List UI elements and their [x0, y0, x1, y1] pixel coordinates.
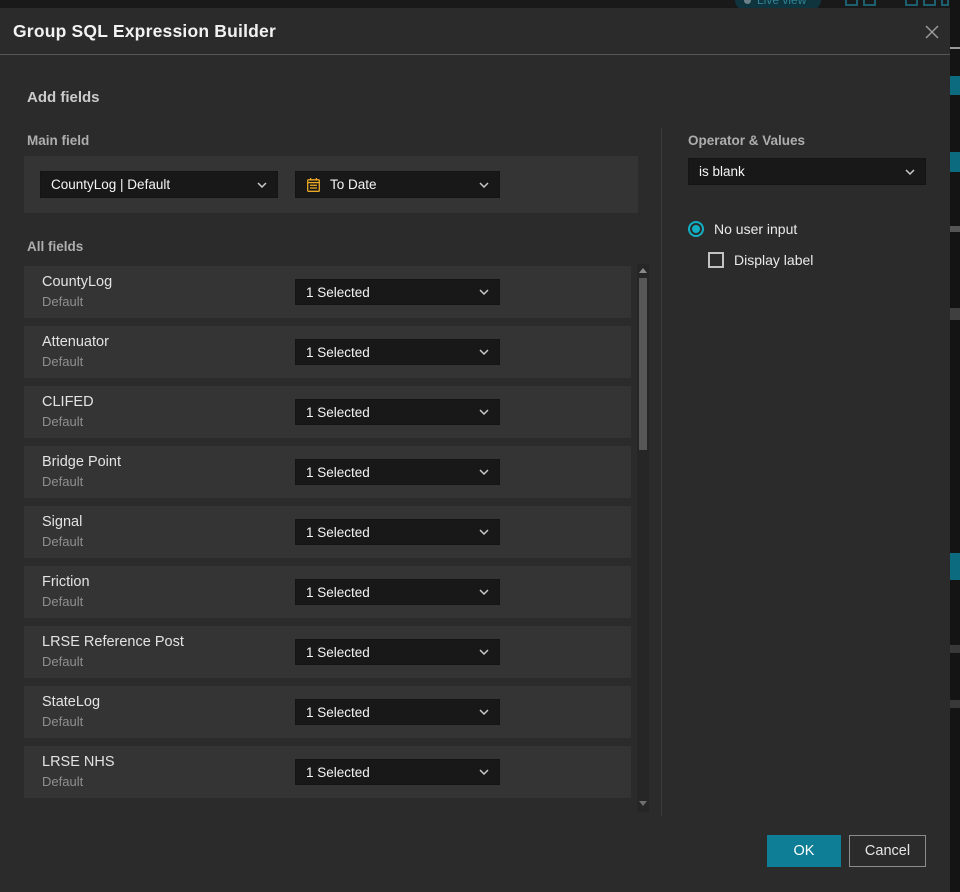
field-row[interactable]: Attenuator Default 1 Selected: [24, 326, 631, 378]
field-row[interactable]: Friction Default 1 Selected: [24, 566, 631, 618]
backdrop-toolbar: Live view: [0, 0, 950, 8]
field-selected-dropdown[interactable]: 1 Selected: [295, 459, 500, 485]
scrollbar-thumb[interactable]: [639, 278, 647, 450]
cancel-button[interactable]: Cancel: [849, 835, 926, 867]
toolbar-icon-button[interactable]: [923, 0, 936, 6]
field-selected-value: 1 Selected: [306, 344, 370, 360]
chevron-down-icon: [479, 649, 489, 655]
toolbar-icon-button[interactable]: [905, 0, 918, 6]
field-name: StateLog: [42, 694, 101, 710]
field-row[interactable]: LRSE Reference Post Default 1 Selected: [24, 626, 631, 678]
no-user-input-label: No user input: [714, 221, 798, 237]
field-selected-value: 1 Selected: [306, 464, 370, 480]
field-selected-dropdown[interactable]: 1 Selected: [295, 579, 500, 605]
all-fields-label: All fields: [27, 239, 84, 254]
display-label-label: Display label: [734, 252, 814, 268]
field-selected-value: 1 Selected: [306, 524, 370, 540]
scroll-up-arrow-icon[interactable]: [639, 268, 647, 273]
main-field-panel: CountyLog | Default To Date: [24, 156, 638, 213]
field-name: Attenuator: [42, 334, 109, 350]
calendar-icon: [306, 177, 321, 193]
field-name: Friction: [42, 574, 90, 590]
field-subtitle: Default: [42, 594, 84, 609]
field-name: Signal: [42, 514, 83, 530]
field-selected-dropdown[interactable]: 1 Selected: [295, 759, 500, 785]
group-sql-expression-builder-dialog: Group SQL Expression Builder Add fields …: [0, 8, 950, 892]
checkbox-icon: [708, 252, 724, 268]
field-row[interactable]: StateLog Default 1 Selected: [24, 686, 631, 738]
main-field-select-value: CountyLog | Default: [51, 177, 171, 192]
chevron-down-icon: [479, 529, 489, 535]
toolbar-icon-button[interactable]: [863, 0, 876, 6]
field-row[interactable]: CountyLog Default 1 Selected: [24, 266, 631, 318]
chevron-down-icon: [479, 289, 489, 295]
live-view-toggle[interactable]: Live view: [735, 0, 821, 8]
chevron-down-icon: [479, 181, 489, 188]
main-field-type-select[interactable]: To Date: [295, 171, 500, 198]
chevron-down-icon: [479, 589, 489, 595]
field-subtitle: Default: [42, 354, 84, 369]
field-selected-value: 1 Selected: [306, 284, 370, 300]
live-view-label: Live view: [757, 0, 807, 7]
dialog-title: Group SQL Expression Builder: [13, 21, 276, 41]
live-view-dot-icon: [744, 0, 751, 4]
field-selected-dropdown[interactable]: 1 Selected: [295, 399, 500, 425]
chevron-down-icon: [479, 769, 489, 775]
field-selected-dropdown[interactable]: 1 Selected: [295, 519, 500, 545]
field-selected-value: 1 Selected: [306, 704, 370, 720]
field-name: CountyLog: [42, 274, 113, 290]
all-fields-list: CountyLog Default 1 Selected Attenuator …: [24, 266, 631, 806]
field-selected-value: 1 Selected: [306, 584, 370, 600]
chevron-down-icon: [479, 409, 489, 415]
operator-select-value: is blank: [699, 164, 745, 179]
field-row[interactable]: Signal Default 1 Selected: [24, 506, 631, 558]
field-selected-value: 1 Selected: [306, 404, 370, 420]
close-button[interactable]: [920, 20, 944, 44]
operator-values-label: Operator & Values: [688, 133, 806, 148]
field-name: LRSE Reference Post: [42, 634, 184, 650]
chevron-down-icon: [479, 709, 489, 715]
field-subtitle: Default: [42, 534, 84, 549]
main-field-label: Main field: [27, 133, 90, 148]
field-selected-value: 1 Selected: [306, 764, 370, 780]
field-name: CLIFED: [42, 394, 94, 410]
field-subtitle: Default: [42, 774, 84, 789]
operator-select[interactable]: is blank: [688, 158, 926, 185]
field-selected-dropdown[interactable]: 1 Selected: [295, 639, 500, 665]
main-field-select[interactable]: CountyLog | Default: [40, 171, 278, 198]
toolbar-icon-button[interactable]: [845, 0, 858, 6]
fields-scrollbar[interactable]: [637, 264, 649, 812]
dialog-header: Group SQL Expression Builder: [0, 8, 950, 55]
field-subtitle: Default: [42, 714, 84, 729]
field-selected-value: 1 Selected: [306, 644, 370, 660]
scroll-down-arrow-icon[interactable]: [639, 801, 647, 806]
field-subtitle: Default: [42, 294, 84, 309]
field-row[interactable]: Bridge Point Default 1 Selected: [24, 446, 631, 498]
no-user-input-radio[interactable]: No user input: [688, 221, 797, 237]
display-label-checkbox[interactable]: Display label: [708, 252, 813, 268]
chevron-down-icon: [479, 469, 489, 475]
field-row[interactable]: CLIFED Default 1 Selected: [24, 386, 631, 438]
ok-button[interactable]: OK: [767, 835, 841, 867]
add-fields-heading: Add fields: [27, 89, 100, 106]
field-subtitle: Default: [42, 654, 84, 669]
field-name: Bridge Point: [42, 454, 121, 470]
backdrop-sidebar: [950, 0, 960, 892]
field-subtitle: Default: [42, 474, 84, 489]
radio-icon: [688, 221, 704, 237]
toolbar-icon-button[interactable]: [941, 0, 949, 6]
field-row[interactable]: LRSE NHS Default 1 Selected: [24, 746, 631, 798]
close-icon: [925, 25, 939, 39]
column-divider: [661, 128, 662, 816]
field-name: LRSE NHS: [42, 754, 115, 770]
main-field-type-value: To Date: [330, 177, 377, 192]
chevron-down-icon: [479, 349, 489, 355]
field-subtitle: Default: [42, 414, 84, 429]
field-selected-dropdown[interactable]: 1 Selected: [295, 699, 500, 725]
chevron-down-icon: [905, 168, 915, 175]
field-selected-dropdown[interactable]: 1 Selected: [295, 279, 500, 305]
field-selected-dropdown[interactable]: 1 Selected: [295, 339, 500, 365]
chevron-down-icon: [257, 181, 267, 188]
